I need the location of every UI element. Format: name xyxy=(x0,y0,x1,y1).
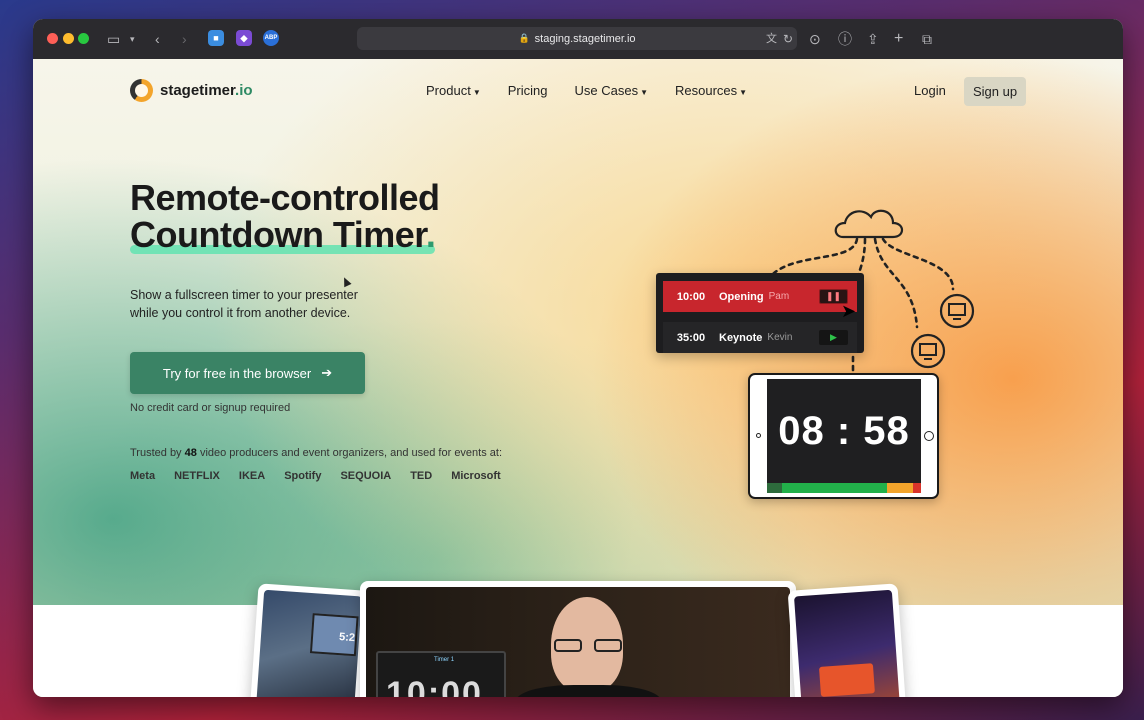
tablet-display: 08 : 58 xyxy=(748,373,939,499)
minimize-window-button[interactable] xyxy=(63,33,74,44)
trusted-text: Trusted by 48 video producers and event … xyxy=(130,447,503,459)
lock-icon: 🔒 xyxy=(518,33,530,43)
photo-stage xyxy=(787,583,907,697)
browser-window: ▭ ▾ ‹ › ■ ◆ ABP 🔒 staging.stagetimer.io … xyxy=(33,19,1123,697)
timer-row[interactable]: 35:00 Keynote Kevin ▶ xyxy=(663,322,857,353)
reload-icon[interactable]: ↻ xyxy=(783,30,793,48)
monitor-in-photo: Timer 1 10:00 xyxy=(376,651,506,697)
caret-down-icon: ▼ xyxy=(472,88,481,97)
web-page: stagetimer.io Product ▼ Pricing Use Cases… xyxy=(33,59,1123,697)
hero-title: Remote-controlled Countdown Timer. xyxy=(130,177,440,255)
share-icon[interactable]: ⇪ xyxy=(867,30,879,48)
ted-logo: TED xyxy=(410,470,433,482)
meta-logo: Meta xyxy=(130,470,156,482)
ikea-logo: IKEA xyxy=(238,470,266,482)
timer-row[interactable]: 10:00 Opening Pam ❚❚ xyxy=(663,281,857,312)
sidebar-icon[interactable]: ▭ xyxy=(107,30,120,48)
main-nav: Product ▼ Pricing Use Cases ▼ Resources ▼ xyxy=(426,83,747,98)
nav-item-pricing[interactable]: Pricing xyxy=(508,83,548,98)
extension-icon[interactable]: ◆ xyxy=(236,30,252,46)
arrow-right-icon: ➔ xyxy=(321,365,333,380)
monitor-icon-2 xyxy=(910,333,946,369)
progress-bar xyxy=(767,483,921,493)
caret-down-icon: ▼ xyxy=(739,88,748,97)
play-icon[interactable]: ▶ xyxy=(819,330,848,345)
spotify-logo: Spotify xyxy=(284,470,322,482)
monitor-icon-1 xyxy=(939,293,975,329)
stagetimer-logo-icon xyxy=(130,79,153,102)
back-icon[interactable]: ‹ xyxy=(155,30,160,48)
nav-item-resources[interactable]: Resources ▼ xyxy=(675,83,747,98)
url-text: staging.stagetimer.io xyxy=(534,32,636,45)
tabs-icon[interactable]: ⧉ xyxy=(922,30,932,48)
customer-logos: Meta NETFLIX IKEA Spotify SEQUOIA TED Mi… xyxy=(130,470,501,482)
chevron-down-icon[interactable]: ▾ xyxy=(130,30,135,48)
mouse-pointer-icon: ➤ xyxy=(841,301,857,321)
nav-item-use-cases[interactable]: Use Cases ▼ xyxy=(574,83,648,98)
tablet-screen: 08 : 58 xyxy=(767,379,921,493)
photo-control-room: 5:2 xyxy=(249,583,369,697)
countdown-clock: 08 : 58 xyxy=(778,409,910,453)
translate-icon[interactable]: 文 xyxy=(766,30,777,48)
try-free-button[interactable]: Try for free in the browser ➔ xyxy=(130,352,365,394)
info-icon[interactable]: ⓘ xyxy=(838,30,852,48)
forward-icon[interactable]: › xyxy=(182,30,187,48)
abp-icon[interactable]: ABP xyxy=(263,30,279,46)
caret-down-icon: ▼ xyxy=(640,88,648,97)
tablet-camera xyxy=(756,433,761,438)
glasses-icon xyxy=(554,639,622,652)
address-bar[interactable]: 🔒 staging.stagetimer.io xyxy=(357,27,797,50)
nav-item-product[interactable]: Product ▼ xyxy=(426,83,481,98)
photo-presenter: Timer 1 10:00 xyxy=(360,581,796,697)
close-window-button[interactable] xyxy=(47,33,58,44)
cta-note: No credit card or signup required xyxy=(130,402,291,414)
netflix-logo: NETFLIX xyxy=(174,470,220,482)
cloud-icon xyxy=(834,209,904,239)
tablet-home-button xyxy=(924,431,934,441)
hero-subtitle: Show a fullscreen timer to your presente… xyxy=(130,288,358,320)
zoom-window-button[interactable] xyxy=(78,33,89,44)
new-tab-icon[interactable]: + xyxy=(894,30,903,48)
sequoia-logo: SEQUOIA xyxy=(340,470,392,482)
site-logo[interactable]: stagetimer.io xyxy=(130,79,253,102)
microsoft-logo: Microsoft xyxy=(451,470,501,482)
brand-name: stagetimer.io xyxy=(160,82,253,99)
login-link[interactable]: Login xyxy=(914,83,946,98)
lock-icon[interactable]: ■ xyxy=(208,30,224,46)
download-icon[interactable]: ⊙ xyxy=(809,30,821,48)
browser-titlebar: ▭ ▾ ‹ › ■ ◆ ABP 🔒 staging.stagetimer.io … xyxy=(33,19,1123,59)
signup-button[interactable]: Sign up xyxy=(964,77,1026,106)
controller-panel: 10:00 Opening Pam ❚❚ 35:00 Keynote Kevin… xyxy=(656,273,864,353)
